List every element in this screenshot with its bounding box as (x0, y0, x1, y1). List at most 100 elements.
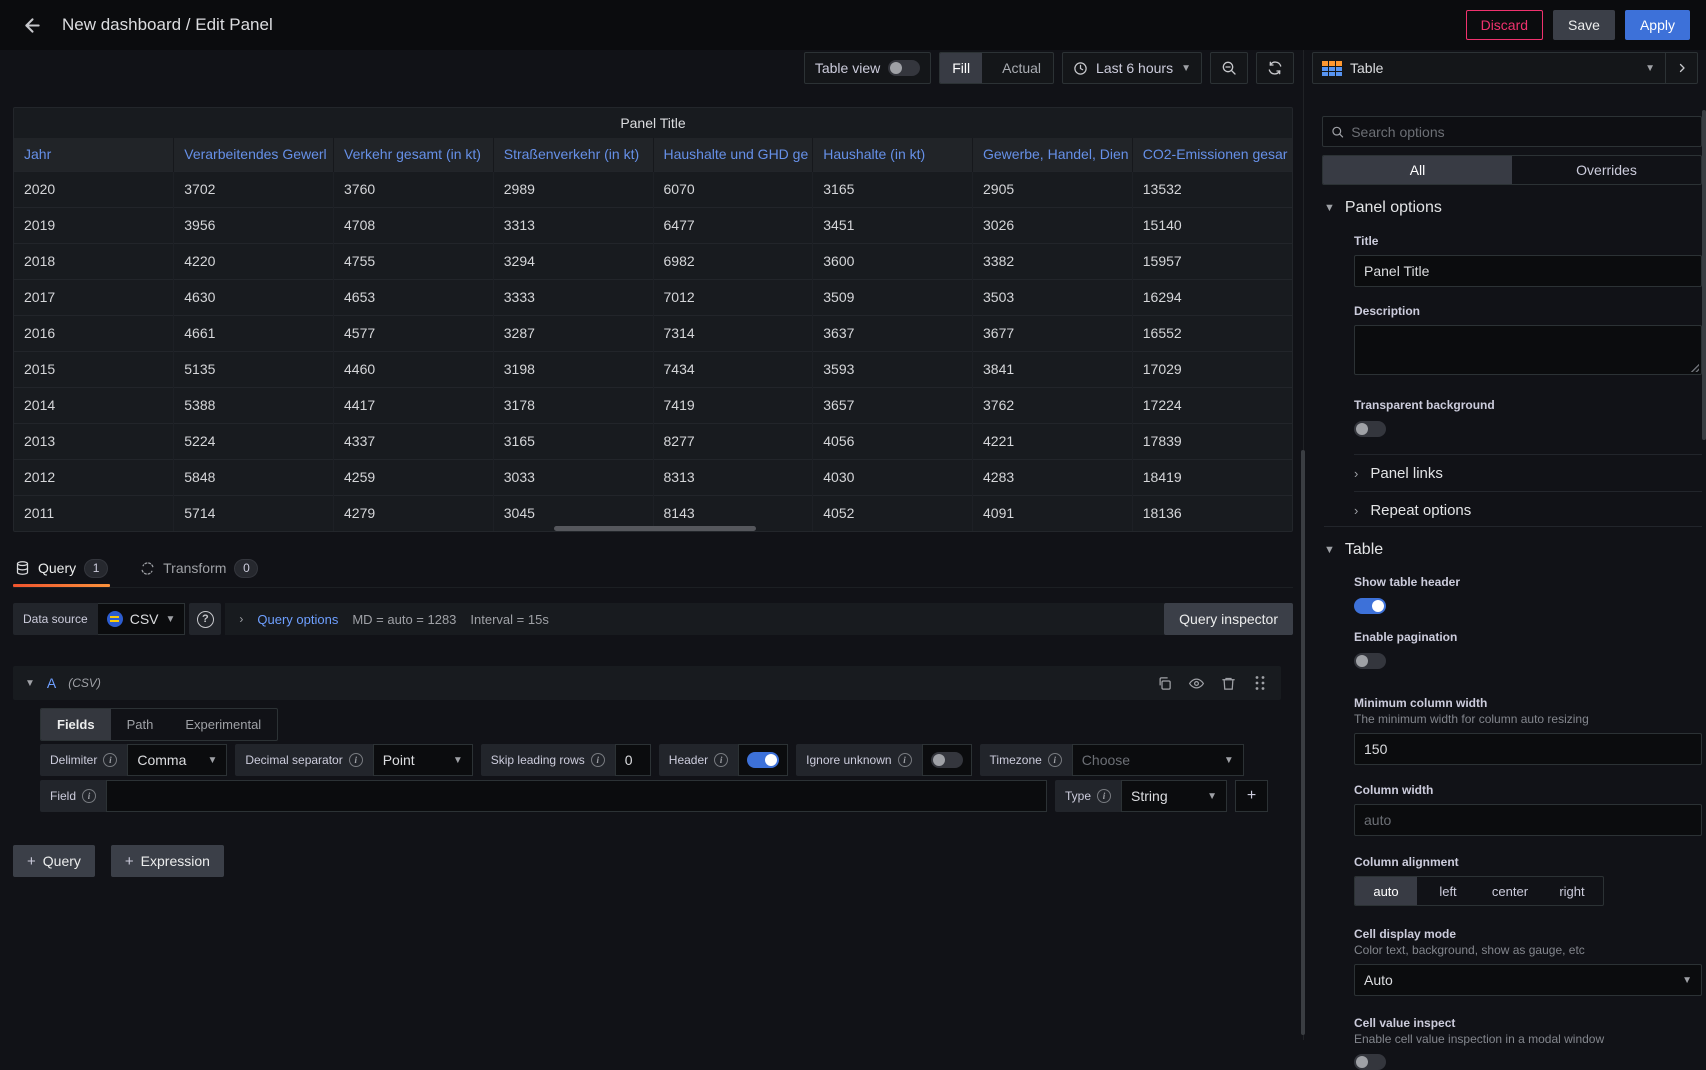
hide-query-eye-icon[interactable] (1187, 674, 1205, 692)
time-range-picker[interactable]: Last 6 hours ▼ (1062, 52, 1202, 84)
table-cell: 3702 (174, 171, 334, 207)
query-editor-header[interactable]: ▼ A (CSV) (13, 666, 1281, 700)
datasource-label: Data source (13, 603, 98, 635)
column-header[interactable]: Verarbeitendes Gewerl (174, 138, 334, 171)
table-cell: 7314 (653, 315, 813, 351)
column-header[interactable]: Gewerbe, Handel, Dien (973, 138, 1133, 171)
timezone-select[interactable]: Choose▼ (1072, 744, 1244, 776)
align-auto-option[interactable]: auto (1355, 877, 1417, 905)
decimal-separator-select[interactable]: Point▼ (373, 744, 473, 776)
panel-links-label: Panel links (1370, 465, 1443, 482)
interval-text: Interval = 15s (470, 612, 548, 627)
tab-query[interactable]: Query 1 (13, 549, 110, 587)
panel-title-value: Panel Title (1364, 263, 1429, 279)
back-arrow-icon[interactable] (16, 9, 48, 41)
tab-transform[interactable]: Transform 0 (138, 549, 260, 587)
save-button[interactable]: Save (1553, 10, 1615, 40)
info-icon: i (349, 753, 363, 767)
fill-option[interactable]: Fill (940, 53, 982, 83)
actual-option[interactable]: Actual (990, 53, 1053, 83)
align-center-option[interactable]: center (1479, 877, 1541, 905)
col-width-input[interactable]: auto (1354, 804, 1702, 836)
table-cell: 4279 (334, 495, 494, 531)
fill-actual-segmented: Fill Actual (939, 52, 1054, 84)
options-search-input[interactable] (1351, 124, 1693, 140)
column-header[interactable]: Haushalte und GHD ge (653, 138, 813, 171)
delimiter-value: Comma (137, 752, 186, 768)
query-count-badge: 1 (84, 559, 108, 578)
csv-options-row: Delimiteri Comma▼ Decimal separatori Poi… (40, 744, 1244, 776)
add-field-button[interactable]: + (1235, 780, 1268, 812)
visualization-picker[interactable]: Table ▼ (1312, 52, 1698, 84)
column-header[interactable]: CO2-Emissionen gesar (1132, 138, 1292, 171)
table-cell: 4056 (813, 423, 973, 459)
repeat-options-section[interactable]: › Repeat options (1354, 491, 1702, 528)
column-header[interactable]: Verkehr gesamt (in kt) (334, 138, 494, 171)
add-expression-button[interactable]: + Expression (111, 845, 224, 877)
datasource-picker[interactable]: CSV ▼ (98, 603, 186, 635)
cell-inspect-toggle[interactable] (1354, 1054, 1386, 1070)
panel-title[interactable]: Panel Title (14, 108, 1292, 138)
transparent-bg-toggle[interactable] (1354, 421, 1386, 437)
table-view-toggle[interactable] (888, 60, 920, 76)
question-circle-icon: ? (197, 611, 214, 628)
decimal-separator-label: Decimal separator (245, 753, 342, 767)
header-toggle[interactable] (747, 752, 779, 768)
ignore-unknown-toggle[interactable] (931, 752, 963, 768)
delete-query-trash-icon[interactable] (1219, 674, 1237, 692)
toggle-options-pane-button[interactable] (1665, 53, 1697, 83)
align-right-option[interactable]: right (1541, 877, 1603, 905)
tab-path[interactable]: Path (111, 709, 170, 740)
table-cell: 4259 (334, 459, 494, 495)
options-search[interactable] (1322, 116, 1702, 147)
description-textarea[interactable] (1354, 325, 1702, 375)
table-cell: 2020 (14, 171, 174, 207)
zoom-out-button[interactable] (1210, 52, 1248, 84)
add-query-button[interactable]: + Query (13, 845, 95, 877)
apply-button[interactable]: Apply (1625, 10, 1690, 40)
table-cell: 5135 (174, 351, 334, 387)
chevron-down-icon: ▼ (1207, 791, 1217, 802)
delimiter-select[interactable]: Comma▼ (127, 744, 227, 776)
align-left-option[interactable]: left (1417, 877, 1479, 905)
table-cell: 4337 (334, 423, 494, 459)
sidebar-scrollbar[interactable] (1702, 110, 1706, 440)
table-cell: 3762 (973, 387, 1133, 423)
duplicate-query-icon[interactable] (1155, 674, 1173, 692)
field-input[interactable] (106, 780, 1047, 812)
type-select[interactable]: String▼ (1121, 780, 1227, 812)
enable-pagination-toggle[interactable] (1354, 653, 1386, 669)
tab-fields[interactable]: Fields (41, 709, 111, 740)
horizontal-scrollbar[interactable] (554, 526, 756, 531)
panel-options-section-header[interactable]: ▼ Panel options (1324, 199, 1702, 217)
query-inspector-button[interactable]: Query inspector (1164, 603, 1293, 635)
table-options-section-header[interactable]: ▼ Table (1324, 541, 1702, 559)
panel-links-section[interactable]: › Panel links (1354, 454, 1702, 491)
min-col-width-input[interactable]: 150 (1354, 733, 1702, 765)
resize-handle-icon[interactable] (1690, 363, 1699, 372)
skip-leading-rows-input[interactable]: 0 (615, 744, 651, 776)
main-vertical-scrollbar[interactable] (1301, 450, 1305, 1035)
timezone-label: Timezone (990, 753, 1042, 767)
table-row: 201551354460319874343593384117029 (14, 351, 1292, 387)
discard-button[interactable]: Discard (1466, 10, 1543, 40)
tab-all[interactable]: All (1323, 156, 1512, 184)
refresh-button[interactable] (1256, 52, 1294, 84)
column-header[interactable]: Haushalte (in kt) (813, 138, 973, 171)
show-table-header-toggle[interactable] (1354, 598, 1386, 614)
query-options-link[interactable]: Query options (257, 612, 338, 627)
column-header[interactable]: Jahr (14, 138, 174, 171)
tab-overrides[interactable]: Overrides (1512, 156, 1701, 184)
datasource-help-button[interactable]: ? (189, 603, 221, 635)
column-header[interactable]: Straßenverkehr (in kt) (493, 138, 653, 171)
cell-display-select[interactable]: Auto ▼ (1354, 964, 1702, 996)
all-overrides-tabs: All Overrides (1322, 155, 1702, 185)
drag-handle-icon[interactable] (1251, 674, 1269, 692)
chevron-down-icon: ▼ (1635, 63, 1665, 74)
tab-experimental[interactable]: Experimental (169, 709, 277, 740)
skip-leading-rows-label: Skip leading rows (491, 753, 585, 767)
panel-title-input[interactable]: Panel Title (1354, 255, 1702, 287)
data-table: JahrVerarbeitendes GewerlVerkehr gesamt … (14, 138, 1292, 531)
table-cell: 5714 (174, 495, 334, 531)
table-cell: 6982 (653, 243, 813, 279)
